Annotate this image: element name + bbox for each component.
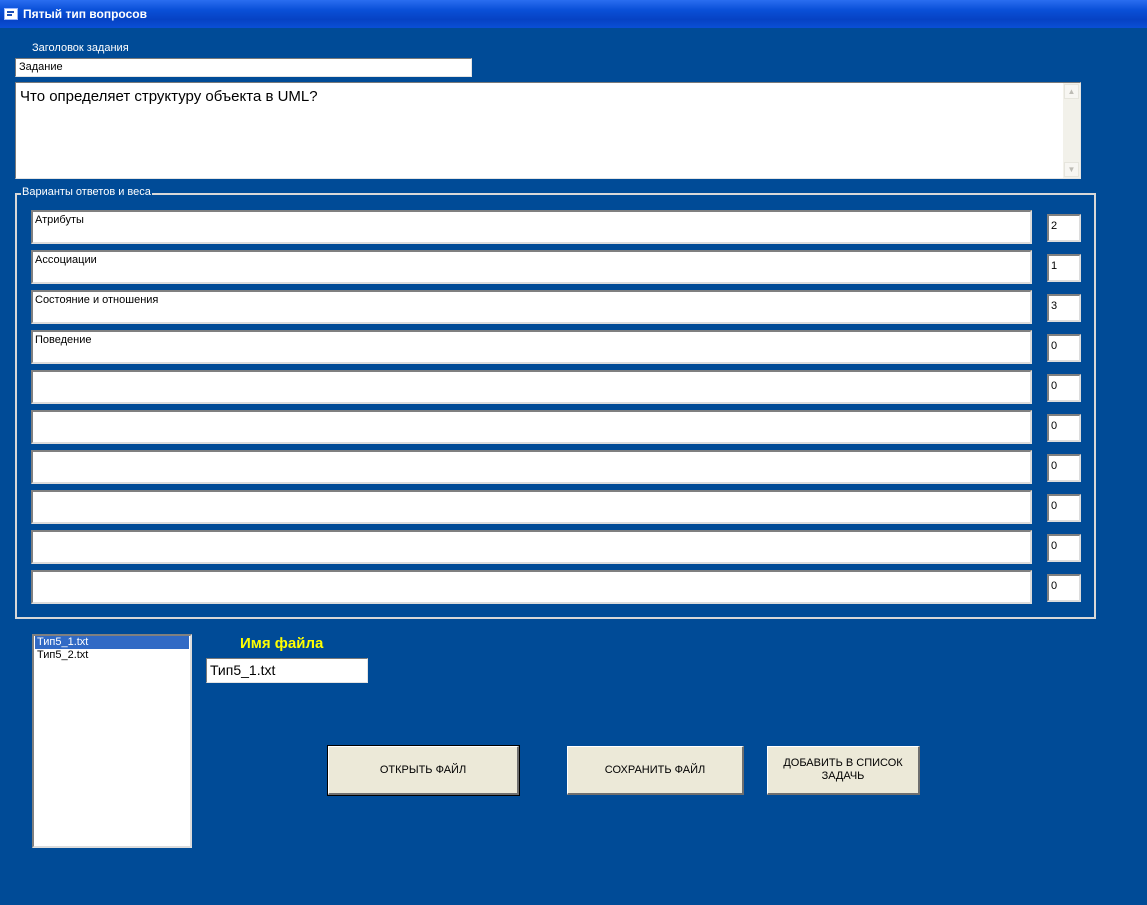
question-scrollbar[interactable]: ▲ ▼ [1063,83,1080,178]
weight-field-6[interactable]: 0 [1047,414,1081,442]
form-window-icon [4,8,18,20]
open-file-button[interactable]: ОТКРЫТЬ ФАЙЛ [327,745,520,796]
weight-field-5[interactable]: 0 [1047,374,1081,402]
answer-field-5[interactable] [31,370,1032,404]
filename-label: Имя файла [240,635,324,652]
answer-field-9[interactable] [31,530,1032,564]
answer-field-4[interactable]: Поведение [31,330,1032,364]
question-textarea[interactable]: Что определяет структуру объекта в UML? … [15,82,1081,179]
weight-field-4[interactable]: 0 [1047,334,1081,362]
weight-field-3[interactable]: 3 [1047,294,1081,322]
weight-field-9[interactable]: 0 [1047,534,1081,562]
weight-field-8[interactable]: 0 [1047,494,1081,522]
answer-field-10[interactable] [31,570,1032,604]
save-file-button[interactable]: СОХРАНИТЬ ФАЙЛ [567,746,744,795]
answers-group-caption: Варианты ответов и веса [21,186,152,198]
task-header-label: Заголовок задания [32,42,129,54]
scroll-down-icon[interactable]: ▼ [1064,162,1079,177]
question-text: Что определяет структуру объекта в UML? [20,88,318,105]
filename-input[interactable]: Тип5_1.txt [206,658,368,683]
answer-field-7[interactable] [31,450,1032,484]
file-listbox[interactable]: Тип5_1.txt Тип5_2.txt [32,634,192,848]
weight-field-7[interactable]: 0 [1047,454,1081,482]
window-title: Пятый тип вопросов [23,7,147,21]
file-list-item[interactable]: Тип5_2.txt [35,649,189,662]
answer-field-6[interactable] [31,410,1032,444]
answer-field-8[interactable] [31,490,1032,524]
weight-field-1[interactable]: 2 [1047,214,1081,242]
weight-field-2[interactable]: 1 [1047,254,1081,282]
task-header-input[interactable]: Задание [15,58,472,77]
answer-field-2[interactable]: Ассоциации [31,250,1032,284]
answer-field-3[interactable]: Состояние и отношения [31,290,1032,324]
answer-field-1[interactable]: Атрибуты [31,210,1032,244]
file-list-item[interactable]: Тип5_1.txt [35,636,189,649]
scroll-up-icon[interactable]: ▲ [1064,84,1079,99]
weight-field-10[interactable]: 0 [1047,574,1081,602]
add-to-task-list-button[interactable]: ДОБАВИТЬ В СПИСОК ЗАДАЧЬ [767,746,920,795]
title-bar[interactable]: Пятый тип вопросов [0,0,1147,28]
